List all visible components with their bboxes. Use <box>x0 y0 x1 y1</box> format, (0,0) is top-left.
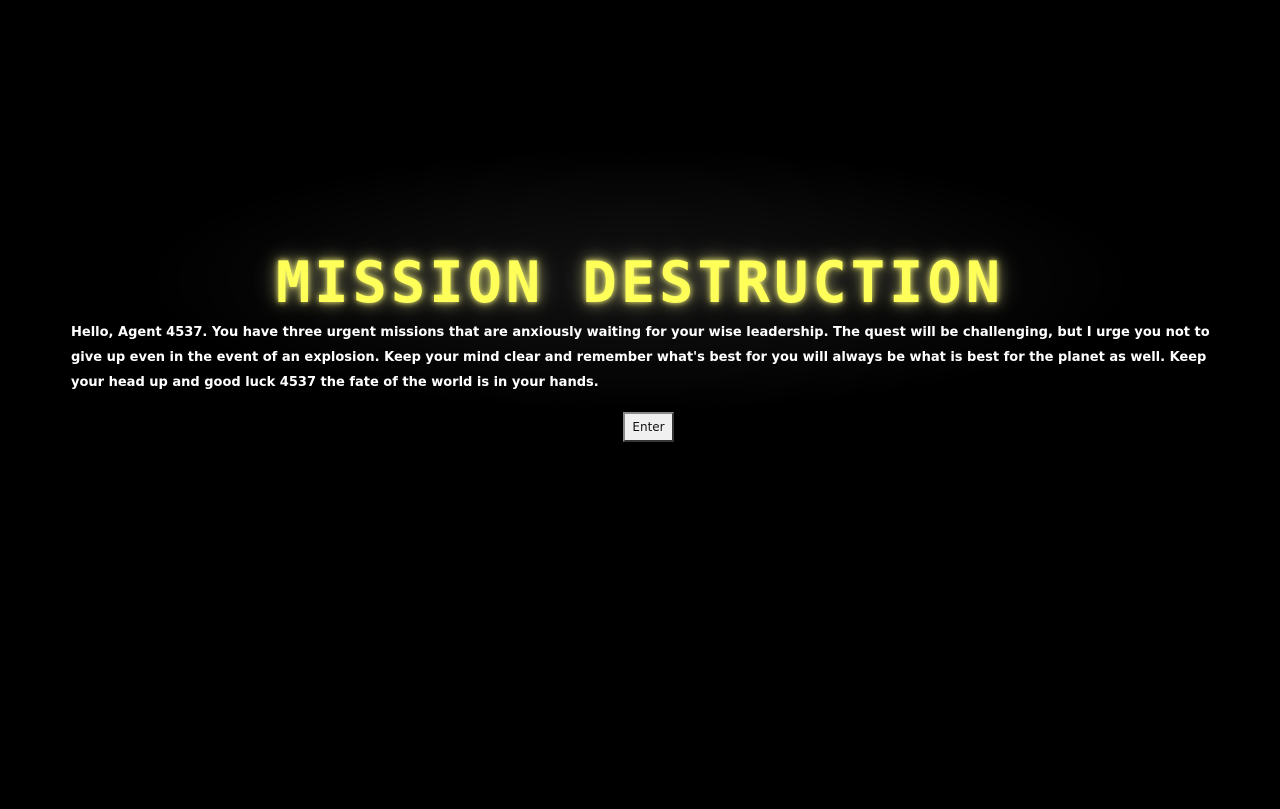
enter-button[interactable]: Enter <box>623 412 674 442</box>
page: MISSION DESTRUCTION Hello, Agent 4537. Y… <box>0 0 1280 809</box>
intro-text: Hello, Agent 4537. You have three urgent… <box>71 325 1210 390</box>
page-title: MISSION DESTRUCTION <box>275 250 1005 316</box>
